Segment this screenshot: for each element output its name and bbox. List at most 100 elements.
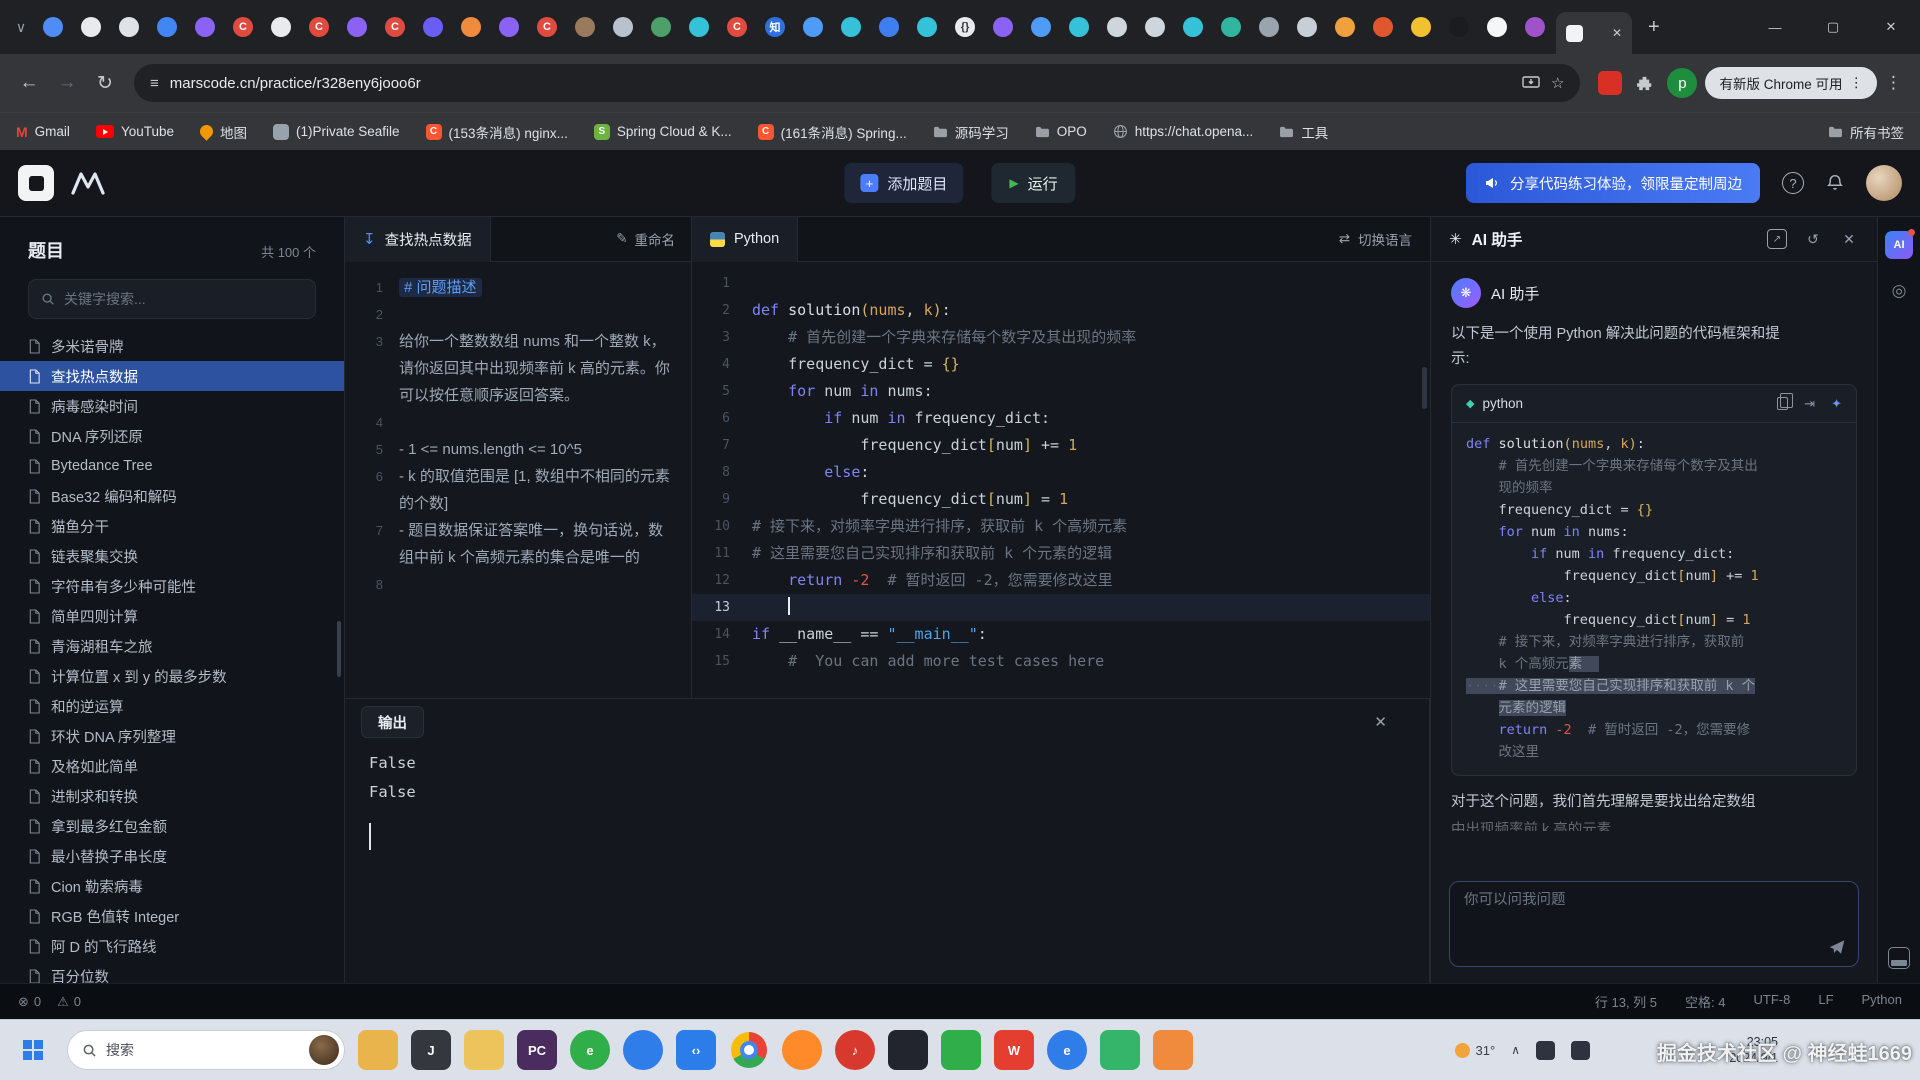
- taskbar-app[interactable]: ♪: [835, 1030, 875, 1070]
- chrome-update-button[interactable]: 有新版 Chrome 可用 ⋮: [1705, 67, 1877, 99]
- tray-icon-2[interactable]: [1571, 1041, 1590, 1060]
- reload-button[interactable]: ↻: [86, 64, 124, 102]
- pinned-tab[interactable]: [1098, 7, 1136, 47]
- status-item[interactable]: 空格: 4: [1685, 992, 1725, 1011]
- sidebar-item[interactable]: 简单四则计算: [0, 601, 344, 631]
- sidebar-collapse-handle[interactable]: [337, 621, 341, 677]
- pinned-tab[interactable]: [1250, 7, 1288, 47]
- pinned-tab[interactable]: [1516, 7, 1554, 47]
- pinned-tab[interactable]: {}: [946, 7, 984, 47]
- sidebar-item[interactable]: 进制求和转换: [0, 781, 344, 811]
- sidebar-item[interactable]: 阿 D 的飞行路线: [0, 931, 344, 961]
- editor-scrollbar[interactable]: [1422, 367, 1427, 409]
- pinned-tab[interactable]: [1060, 7, 1098, 47]
- pinned-tab[interactable]: [604, 7, 642, 47]
- marscode-logo[interactable]: [70, 170, 106, 196]
- taskbar-app[interactable]: [782, 1030, 822, 1070]
- promo-banner[interactable]: 分享代码练习体验，领限量定制周边: [1466, 163, 1760, 203]
- pinned-tab[interactable]: [1402, 7, 1440, 47]
- bookmark-item[interactable]: C(153条消息) nginx...: [426, 122, 568, 142]
- sidebar-item[interactable]: 字符串有多少种可能性: [0, 571, 344, 601]
- help-icon[interactable]: ?: [1782, 172, 1804, 194]
- app-logo[interactable]: [18, 165, 54, 201]
- sidebar-item[interactable]: 多米诺骨牌: [0, 331, 344, 361]
- sidebar-item[interactable]: RGB 色值转 Integer: [0, 901, 344, 931]
- url-text[interactable]: marscode.cn/practice/r328eny6jooo6r: [170, 75, 421, 92]
- back-button[interactable]: ←: [10, 64, 48, 102]
- tab-search-icon[interactable]: ∨: [8, 19, 34, 36]
- sidebar-item[interactable]: 和的逆运算: [0, 691, 344, 721]
- pinned-tab[interactable]: [1288, 7, 1326, 47]
- site-settings-icon[interactable]: ≡: [150, 75, 159, 92]
- warnings-indicator[interactable]: ⚠ 0: [57, 994, 81, 1010]
- pinned-tab[interactable]: C: [528, 7, 566, 47]
- bookmark-item[interactable]: 地图: [200, 122, 247, 142]
- pinned-tab[interactable]: [1174, 7, 1212, 47]
- errors-indicator[interactable]: ⊗ 0: [18, 994, 41, 1010]
- ai-question-input[interactable]: [1464, 892, 1799, 908]
- pinned-tab[interactable]: [642, 7, 680, 47]
- copy-code-icon[interactable]: [1777, 397, 1788, 410]
- pinned-tab[interactable]: 知: [756, 7, 794, 47]
- pinned-tab[interactable]: [1212, 7, 1250, 47]
- address-bar[interactable]: ≡ marscode.cn/practice/r328eny6jooo6r ☆: [134, 64, 1580, 102]
- window-close-button[interactable]: ✕: [1862, 0, 1920, 54]
- sidebar-item[interactable]: 计算位置 x 到 y 的最多步数: [0, 661, 344, 691]
- pinned-tab[interactable]: [1478, 7, 1516, 47]
- sidebar-item[interactable]: 查找热点数据: [0, 361, 344, 391]
- bookmark-item[interactable]: MGmail: [16, 124, 70, 140]
- output-tab[interactable]: 输出: [361, 706, 424, 738]
- pinned-tab[interactable]: [680, 7, 718, 47]
- user-avatar[interactable]: [1866, 165, 1902, 201]
- pinned-tab[interactable]: C: [300, 7, 338, 47]
- pinned-tab[interactable]: [1022, 7, 1060, 47]
- insert-code-icon[interactable]: ⇥: [1804, 396, 1815, 412]
- pinned-tab[interactable]: [34, 7, 72, 47]
- pinned-tab[interactable]: [186, 7, 224, 47]
- extension-icon[interactable]: [1598, 71, 1622, 95]
- status-item[interactable]: UTF-8: [1754, 992, 1791, 1011]
- ai-code[interactable]: def solution(nums, k): # 首先创建一个字典来存储每个数字…: [1452, 423, 1856, 775]
- ai-close-icon[interactable]: ✕: [1839, 229, 1859, 249]
- pinned-tab[interactable]: [832, 7, 870, 47]
- pinned-tab[interactable]: [72, 7, 110, 47]
- window-maximize-button[interactable]: ▢: [1804, 0, 1862, 54]
- pinned-tab[interactable]: [452, 7, 490, 47]
- switch-language-button[interactable]: ⇄ 切换语言: [1339, 229, 1412, 249]
- sidebar-item[interactable]: DNA 序列还原: [0, 421, 344, 451]
- tools-dock-icon[interactable]: ◎: [1892, 281, 1907, 301]
- bookmark-item[interactable]: SSpring Cloud & K...: [594, 124, 732, 140]
- pinned-tab[interactable]: [908, 7, 946, 47]
- output-close-icon[interactable]: ✕: [1374, 713, 1387, 731]
- pinned-tab[interactable]: [984, 7, 1022, 47]
- taskbar-search[interactable]: 搜索: [67, 1030, 345, 1070]
- bookmark-item[interactable]: OPO: [1035, 124, 1087, 139]
- taskbar-app[interactable]: [941, 1030, 981, 1070]
- taskbar-clock[interactable]: 23:05 2024/9/1: [1729, 1034, 1778, 1066]
- bookmark-item[interactable]: 源码学习: [933, 122, 1009, 142]
- sidebar-item[interactable]: Cion 勒索病毒: [0, 871, 344, 901]
- pinned-tab[interactable]: [148, 7, 186, 47]
- taskbar-app[interactable]: e: [1047, 1030, 1087, 1070]
- sidebar-item[interactable]: 病毒感染时间: [0, 391, 344, 421]
- sidebar-item[interactable]: Bytedance Tree: [0, 451, 344, 481]
- taskbar-app-chrome[interactable]: [729, 1030, 769, 1070]
- window-minimize-button[interactable]: —: [1746, 0, 1804, 54]
- pinned-tab[interactable]: [110, 7, 148, 47]
- taskbar-app[interactable]: e: [570, 1030, 610, 1070]
- history-icon[interactable]: ↺: [1803, 229, 1823, 249]
- language-tab[interactable]: Python: [692, 217, 798, 262]
- status-item[interactable]: LF: [1818, 992, 1833, 1011]
- rename-button[interactable]: ✎ 重命名: [616, 229, 675, 249]
- pinned-tab[interactable]: [414, 7, 452, 47]
- open-in-new-icon[interactable]: ↗: [1767, 229, 1787, 249]
- problem-description[interactable]: 1# 问题描述23给你一个整数数组 nums 和一个整数 k，请你返回其中出现频…: [345, 262, 691, 698]
- pinned-tab[interactable]: C: [376, 7, 414, 47]
- search-highlight-image[interactable]: [309, 1035, 339, 1065]
- status-item[interactable]: 行 13, 列 5: [1595, 992, 1657, 1011]
- sidebar-item[interactable]: 百分位数: [0, 961, 344, 983]
- pinned-tab[interactable]: [794, 7, 832, 47]
- sidebar-item[interactable]: 链表聚集交换: [0, 541, 344, 571]
- taskbar-app[interactable]: [1100, 1030, 1140, 1070]
- pinned-tab[interactable]: [870, 7, 908, 47]
